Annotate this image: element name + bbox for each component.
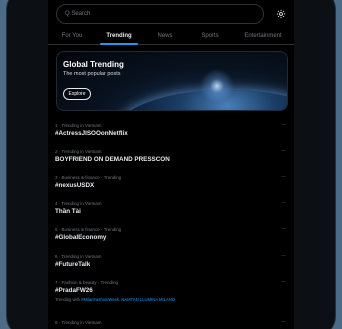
banner-subtitle: The most popular posts <box>63 71 121 77</box>
trend-name: BOYFRIEND ON DEMAND PRESSCON <box>55 156 170 163</box>
trend-meta: 5 · Business & finance · Trending <box>55 227 122 232</box>
more-icon[interactable]: ··· <box>281 122 286 128</box>
banner-title: Global Trending <box>63 60 124 69</box>
related-prefix: Trending with <box>55 297 80 302</box>
trend-item[interactable]: 1 · Trending in Vietnam #ActressJISOOonN… <box>48 122 294 139</box>
trend-meta: 7 · Fashion & beauty · Trending <box>55 280 119 285</box>
search-placeholder: Q Search <box>65 11 91 17</box>
more-icon[interactable]: ··· <box>281 174 286 180</box>
more-icon[interactable]: ··· <box>281 253 286 259</box>
trend-item[interactable]: 5 · Business & finance · Trending #Globa… <box>48 226 294 243</box>
trend-meta: 3 · Business & finance · Trending <box>55 175 122 180</box>
tab-sports[interactable]: Sports <box>188 27 232 45</box>
tab-for-you[interactable]: For You <box>48 27 96 45</box>
more-icon[interactable]: ··· <box>281 279 286 285</box>
trend-item[interactable]: 8 · Trending in Vietnam ··· <box>48 319 294 326</box>
trend-name: #ActressJISOOonNetflix <box>55 130 128 137</box>
trend-item[interactable]: 6 · Trending in Vietnam #FutureTalk ··· <box>48 253 294 270</box>
trend-name: #FutureTalk <box>55 261 91 268</box>
more-icon[interactable]: ··· <box>281 226 286 232</box>
tab-news[interactable]: News <box>142 27 188 45</box>
trend-item[interactable]: 7 · Fashion & beauty · Trending #PradaFW… <box>48 279 294 303</box>
trend-item[interactable]: 2 · Trending in Vietnam BOYFRIEND ON DEM… <box>48 148 294 165</box>
explore-button[interactable]: Explore <box>63 88 91 100</box>
more-icon[interactable]: ··· <box>281 319 286 325</box>
trend-meta: 2 · Trending in Vietnam <box>55 149 102 154</box>
related-tags[interactable]: #MilanFashionWeek, NAMTAN LLUMINA MILANO <box>81 297 175 302</box>
trend-meta: 4 · Trending in Vietnam <box>55 201 102 206</box>
trend-item[interactable]: 3 · Business & finance · Trending #nexus… <box>48 174 294 191</box>
trend-meta: 1 · Trending in Vietnam <box>55 123 102 128</box>
trend-name: #nexusUSDX <box>55 182 95 189</box>
search-input[interactable]: Q Search <box>56 4 264 24</box>
tab-bar: For You Trending News Sports Entertainme… <box>48 27 294 45</box>
trend-item[interactable]: 4 · Trending in Vietnam Thần Tài ··· <box>48 200 294 217</box>
trend-name: #PradaFW26 <box>55 287 93 294</box>
more-icon[interactable]: ··· <box>281 148 286 154</box>
trend-name: Thần Tài <box>55 208 81 215</box>
trend-name: #GlobalEconomy <box>55 234 107 241</box>
trend-meta: 8 · Trending in Vietnam <box>55 320 102 325</box>
trend-meta: 6 · Trending in Vietnam <box>55 254 102 259</box>
more-icon[interactable]: ··· <box>281 200 286 206</box>
global-trending-banner[interactable]: Global Trending The most popular posts E… <box>56 51 288 111</box>
tab-entertainment[interactable]: Entertainment <box>232 27 294 45</box>
sun-glow <box>197 66 237 106</box>
explore-screen: Q Search For You Trending News Sports En… <box>48 0 294 329</box>
trend-related: Trending with #MilanFashionWeek, NAMTAN … <box>55 296 294 303</box>
top-bar: Q Search <box>48 4 294 24</box>
tab-trending[interactable]: Trending <box>96 27 142 45</box>
gear-icon[interactable] <box>276 9 286 19</box>
